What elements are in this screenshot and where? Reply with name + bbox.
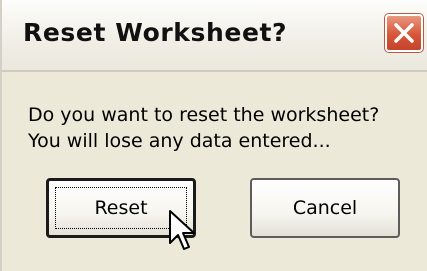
cancel-button[interactable]: Cancel (250, 178, 400, 238)
close-button[interactable] (385, 14, 423, 52)
dialog-message: Do you want to reset the worksheet? You … (28, 102, 379, 154)
arrow-pointer-icon (169, 210, 195, 250)
message-line-1: Do you want to reset the worksheet? (28, 104, 380, 126)
close-x-icon (394, 23, 414, 43)
reset-worksheet-dialog: Reset Worksheet? Do you want to reset th… (0, 0, 427, 271)
cancel-button-label: Cancel (292, 197, 358, 219)
message-line-2: You will lose any data entered... (28, 130, 331, 152)
dialog-title: Reset Worksheet? (23, 18, 288, 47)
title-bar[interactable]: Reset Worksheet? (2, 0, 427, 72)
